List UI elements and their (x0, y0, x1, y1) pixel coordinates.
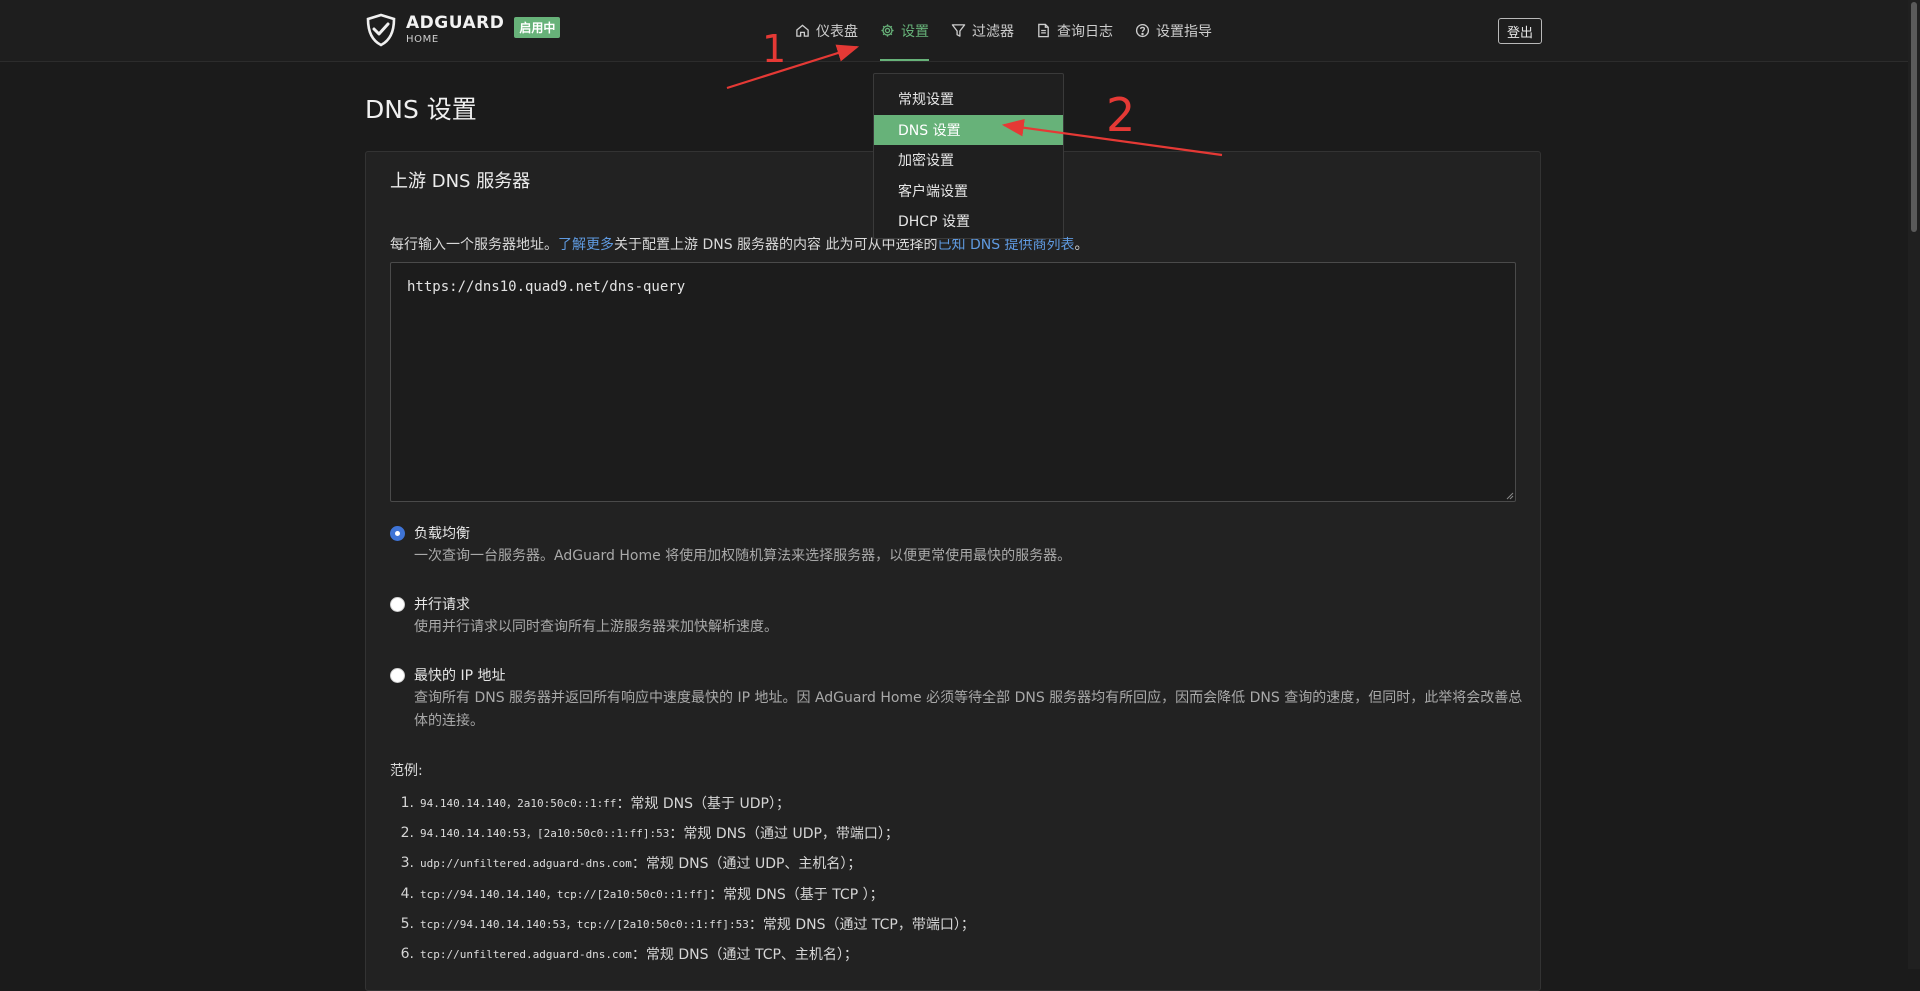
mode-label: 并行请求 (414, 597, 470, 613)
nav-item-setup-guide[interactable]: 设置指导 (1124, 0, 1223, 61)
page-scrollbar[interactable] (1908, 0, 1920, 969)
brand-name: ADGUARD (406, 13, 505, 33)
annotation-number-2: 2 (1106, 88, 1135, 142)
nav-item-query-log[interactable]: 查询日志 (1025, 0, 1124, 61)
brand-sub: HOME (406, 34, 439, 45)
nav-label: 仪表盘 (816, 23, 858, 40)
filter-icon (951, 24, 966, 37)
brand-logo[interactable]: ADGUARD HOME 启用中 (364, 13, 561, 47)
mode-description: 使用并行请求以同时查询所有上游服务器来加快解析速度。 (414, 619, 778, 635)
card-title: 上游 DNS 服务器 (390, 171, 531, 192)
nav-label: 设置指导 (1156, 23, 1212, 40)
radio-unchecked[interactable] (390, 597, 405, 612)
nav-item-dashboard[interactable]: 仪表盘 (784, 0, 869, 61)
resize-grip-icon[interactable] (1506, 492, 1514, 500)
upstream-servers-textarea[interactable]: https://dns10.quad9.net/dns-query (390, 262, 1516, 502)
document-icon (1038, 23, 1049, 38)
top-navbar: ADGUARD HOME 启用中 仪表盘 设置 过滤器 查询日志 设置指导 登出 (0, 0, 1908, 62)
known-providers-link[interactable]: 已知 DNS 提供商列表 (938, 237, 1075, 253)
menu-item-encryption-settings[interactable]: 加密设置 (874, 145, 1063, 176)
upstream-dns-card: 上游 DNS 服务器 每行输入一个服务器地址。了解更多关于配置上游 DNS 服务… (365, 151, 1541, 991)
list-item: 6. tcp://unfiltered.adguard-dns.com ：常规 DN… (400, 946, 858, 964)
learn-more-link[interactable]: 了解更多 (558, 237, 614, 253)
home-icon (796, 24, 809, 37)
nav-label: 设置 (901, 23, 929, 40)
mode-description: 一次查询一台服务器。AdGuard Home 将使用加权随机算法来选择服务器，以… (414, 548, 1072, 564)
mode-label: 最快的 IP 地址 (414, 668, 506, 684)
nav-label: 过滤器 (972, 23, 1014, 40)
radio-checked[interactable] (390, 526, 405, 541)
mode-description: 查询所有 DNS 服务器并返回所有响应中速度最快的 IP 地址。因 AdGuar… (414, 690, 1523, 729)
help-icon (1135, 23, 1150, 38)
mode-label: 负载均衡 (414, 526, 470, 542)
examples-list: 1. 94.140.14.140，2a10:50c0::1:ff ：常规 DNS（基… (390, 788, 975, 969)
status-badge: 启用中 (514, 16, 561, 38)
settings-dropdown-menu: 常规设置 DNS 设置 加密设置 客户端设置 DHCP 设置 (873, 73, 1064, 239)
list-item: 2. 94.140.14.140:53，[2a10:50c0::1:ff]:53：… (400, 825, 899, 843)
radio-unchecked[interactable] (390, 668, 405, 683)
list-item: 1. 94.140.14.140，2a10:50c0::1:ff ：常规 DNS（基… (400, 795, 790, 813)
nav-item-settings[interactable]: 设置 (869, 0, 940, 61)
nav-label: 查询日志 (1057, 23, 1113, 40)
menu-item-dns-settings[interactable]: DNS 设置 (874, 114, 1063, 145)
logout-button[interactable]: 登出 (1498, 18, 1542, 44)
menu-item-client-settings[interactable]: 客户端设置 (874, 176, 1063, 207)
gear-icon (881, 24, 894, 37)
page-title: DNS 设置 (365, 95, 477, 124)
list-item: 4. tcp://94.140.14.140，tcp://[2a10:50c0::… (400, 885, 884, 903)
scroll-thumb[interactable] (1911, 2, 1917, 232)
nav-item-filters[interactable]: 过滤器 (940, 0, 1025, 61)
menu-item-general-settings[interactable]: 常规设置 (874, 84, 1063, 115)
menu-item-dhcp-settings[interactable]: DHCP 设置 (874, 206, 1063, 237)
examples-title: 范例: (390, 763, 423, 779)
list-item: 5. tcp://94.140.14.140:53，tcp://[2a10:50c… (400, 915, 975, 933)
adguard-shield-icon (366, 13, 396, 47)
main-nav: 仪表盘 设置 过滤器 查询日志 设置指导 (784, 0, 1223, 61)
list-item: 3. udp://unfiltered.adguard-dns.com ：常规 DN… (400, 855, 862, 873)
